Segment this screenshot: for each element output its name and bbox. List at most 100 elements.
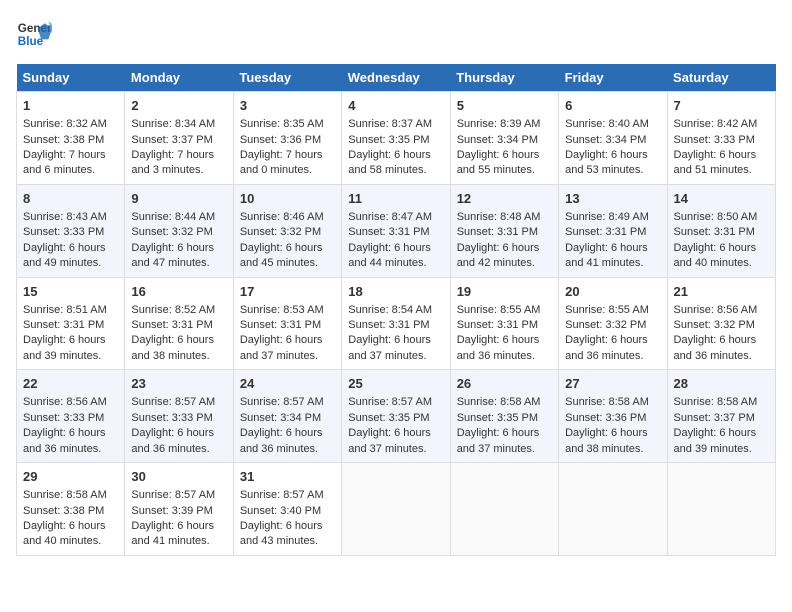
sunrise-text: Sunrise: 8:44 AM — [131, 211, 215, 223]
daylight-text: Daylight: 6 hours and 36 minutes. — [131, 427, 214, 454]
day-number: 5 — [457, 97, 552, 115]
day-number: 26 — [457, 375, 552, 393]
sunset-text: Sunset: 3:31 PM — [23, 319, 104, 331]
daylight-text: Daylight: 6 hours and 45 minutes. — [240, 242, 323, 269]
sunrise-text: Sunrise: 8:51 AM — [23, 304, 107, 316]
calendar-cell: 10Sunrise: 8:46 AMSunset: 3:32 PMDayligh… — [233, 184, 341, 277]
day-number: 13 — [565, 190, 660, 208]
daylight-text: Daylight: 6 hours and 37 minutes. — [348, 334, 431, 361]
daylight-text: Daylight: 6 hours and 55 minutes. — [457, 149, 540, 176]
sunset-text: Sunset: 3:31 PM — [240, 319, 321, 331]
sunrise-text: Sunrise: 8:58 AM — [674, 396, 758, 408]
daylight-text: Daylight: 6 hours and 49 minutes. — [23, 242, 106, 269]
daylight-text: Daylight: 6 hours and 53 minutes. — [565, 149, 648, 176]
sunrise-text: Sunrise: 8:58 AM — [457, 396, 541, 408]
day-number: 22 — [23, 375, 118, 393]
calendar-cell: 19Sunrise: 8:55 AMSunset: 3:31 PMDayligh… — [450, 277, 558, 370]
sunrise-text: Sunrise: 8:53 AM — [240, 304, 324, 316]
daylight-text: Daylight: 6 hours and 47 minutes. — [131, 242, 214, 269]
daylight-text: Daylight: 6 hours and 36 minutes. — [457, 334, 540, 361]
sunset-text: Sunset: 3:31 PM — [674, 226, 755, 238]
sunrise-text: Sunrise: 8:57 AM — [240, 396, 324, 408]
calendar-cell — [667, 463, 775, 556]
sunset-text: Sunset: 3:39 PM — [131, 505, 212, 517]
calendar-cell: 20Sunrise: 8:55 AMSunset: 3:32 PMDayligh… — [559, 277, 667, 370]
sunset-text: Sunset: 3:35 PM — [348, 134, 429, 146]
calendar-cell: 7Sunrise: 8:42 AMSunset: 3:33 PMDaylight… — [667, 92, 775, 185]
calendar-cell: 11Sunrise: 8:47 AMSunset: 3:31 PMDayligh… — [342, 184, 450, 277]
sunset-text: Sunset: 3:38 PM — [23, 505, 104, 517]
calendar-cell: 2Sunrise: 8:34 AMSunset: 3:37 PMDaylight… — [125, 92, 233, 185]
week-row-3: 15Sunrise: 8:51 AMSunset: 3:31 PMDayligh… — [17, 277, 776, 370]
day-number: 10 — [240, 190, 335, 208]
sunset-text: Sunset: 3:36 PM — [240, 134, 321, 146]
sunrise-text: Sunrise: 8:57 AM — [131, 489, 215, 501]
calendar-cell: 16Sunrise: 8:52 AMSunset: 3:31 PMDayligh… — [125, 277, 233, 370]
logo-icon: General Blue — [16, 16, 52, 52]
sunset-text: Sunset: 3:37 PM — [131, 134, 212, 146]
sunrise-text: Sunrise: 8:57 AM — [240, 489, 324, 501]
sunrise-text: Sunrise: 8:54 AM — [348, 304, 432, 316]
calendar-cell: 15Sunrise: 8:51 AMSunset: 3:31 PMDayligh… — [17, 277, 125, 370]
sunrise-text: Sunrise: 8:46 AM — [240, 211, 324, 223]
sunrise-text: Sunrise: 8:48 AM — [457, 211, 541, 223]
calendar-cell: 30Sunrise: 8:57 AMSunset: 3:39 PMDayligh… — [125, 463, 233, 556]
week-row-2: 8Sunrise: 8:43 AMSunset: 3:33 PMDaylight… — [17, 184, 776, 277]
calendar-cell: 24Sunrise: 8:57 AMSunset: 3:34 PMDayligh… — [233, 370, 341, 463]
sunrise-text: Sunrise: 8:52 AM — [131, 304, 215, 316]
calendar-cell: 25Sunrise: 8:57 AMSunset: 3:35 PMDayligh… — [342, 370, 450, 463]
calendar-cell: 17Sunrise: 8:53 AMSunset: 3:31 PMDayligh… — [233, 277, 341, 370]
day-number: 6 — [565, 97, 660, 115]
calendar-cell: 9Sunrise: 8:44 AMSunset: 3:32 PMDaylight… — [125, 184, 233, 277]
calendar-cell: 28Sunrise: 8:58 AMSunset: 3:37 PMDayligh… — [667, 370, 775, 463]
calendar-cell — [450, 463, 558, 556]
sunset-text: Sunset: 3:31 PM — [565, 226, 646, 238]
sunrise-text: Sunrise: 8:35 AM — [240, 118, 324, 130]
sunrise-text: Sunrise: 8:50 AM — [674, 211, 758, 223]
page-header: General Blue — [16, 16, 776, 52]
daylight-text: Daylight: 6 hours and 37 minutes. — [348, 427, 431, 454]
day-number: 28 — [674, 375, 769, 393]
calendar-cell: 5Sunrise: 8:39 AMSunset: 3:34 PMDaylight… — [450, 92, 558, 185]
day-number: 23 — [131, 375, 226, 393]
daylight-text: Daylight: 6 hours and 43 minutes. — [240, 520, 323, 547]
daylight-text: Daylight: 6 hours and 36 minutes. — [240, 427, 323, 454]
daylight-text: Daylight: 6 hours and 58 minutes. — [348, 149, 431, 176]
header-monday: Monday — [125, 64, 233, 92]
week-row-1: 1Sunrise: 8:32 AMSunset: 3:38 PMDaylight… — [17, 92, 776, 185]
sunrise-text: Sunrise: 8:55 AM — [565, 304, 649, 316]
sunset-text: Sunset: 3:31 PM — [457, 226, 538, 238]
calendar-cell: 4Sunrise: 8:37 AMSunset: 3:35 PMDaylight… — [342, 92, 450, 185]
calendar-cell: 3Sunrise: 8:35 AMSunset: 3:36 PMDaylight… — [233, 92, 341, 185]
calendar-cell: 26Sunrise: 8:58 AMSunset: 3:35 PMDayligh… — [450, 370, 558, 463]
sunrise-text: Sunrise: 8:56 AM — [23, 396, 107, 408]
day-number: 8 — [23, 190, 118, 208]
sunrise-text: Sunrise: 8:40 AM — [565, 118, 649, 130]
calendar-cell: 1Sunrise: 8:32 AMSunset: 3:38 PMDaylight… — [17, 92, 125, 185]
header-sunday: Sunday — [17, 64, 125, 92]
sunset-text: Sunset: 3:40 PM — [240, 505, 321, 517]
sunset-text: Sunset: 3:31 PM — [457, 319, 538, 331]
day-number: 7 — [674, 97, 769, 115]
daylight-text: Daylight: 6 hours and 36 minutes. — [674, 334, 757, 361]
daylight-text: Daylight: 6 hours and 39 minutes. — [674, 427, 757, 454]
header-wednesday: Wednesday — [342, 64, 450, 92]
daylight-text: Daylight: 6 hours and 37 minutes. — [240, 334, 323, 361]
sunrise-text: Sunrise: 8:47 AM — [348, 211, 432, 223]
daylight-text: Daylight: 6 hours and 41 minutes. — [565, 242, 648, 269]
calendar-cell: 6Sunrise: 8:40 AMSunset: 3:34 PMDaylight… — [559, 92, 667, 185]
day-number: 3 — [240, 97, 335, 115]
daylight-text: Daylight: 6 hours and 37 minutes. — [457, 427, 540, 454]
sunset-text: Sunset: 3:32 PM — [674, 319, 755, 331]
day-number: 16 — [131, 283, 226, 301]
daylight-text: Daylight: 7 hours and 6 minutes. — [23, 149, 106, 176]
sunset-text: Sunset: 3:31 PM — [348, 319, 429, 331]
daylight-text: Daylight: 6 hours and 39 minutes. — [23, 334, 106, 361]
day-number: 31 — [240, 468, 335, 486]
header-row: SundayMondayTuesdayWednesdayThursdayFrid… — [17, 64, 776, 92]
sunset-text: Sunset: 3:32 PM — [565, 319, 646, 331]
day-number: 20 — [565, 283, 660, 301]
header-thursday: Thursday — [450, 64, 558, 92]
header-friday: Friday — [559, 64, 667, 92]
daylight-text: Daylight: 6 hours and 38 minutes. — [565, 427, 648, 454]
